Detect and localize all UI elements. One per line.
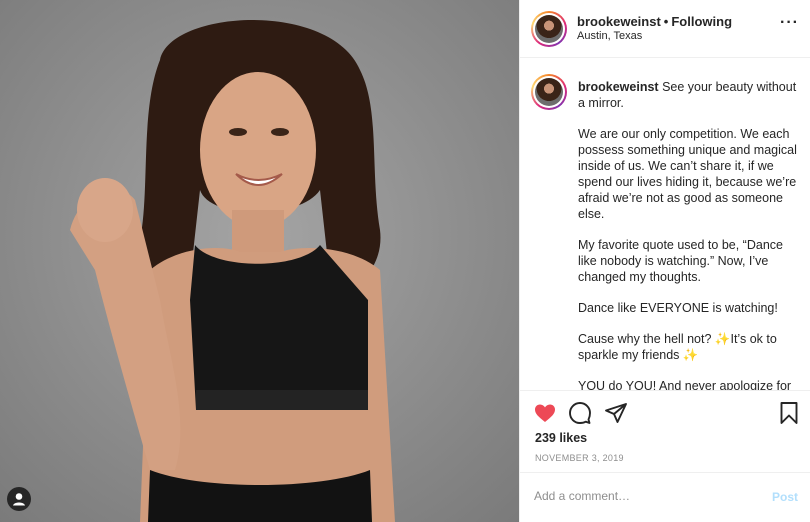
- post-header: brookeweinst • Following Austin, Texas ···: [520, 0, 810, 58]
- avatar-image: [535, 15, 563, 43]
- user-tag-icon[interactable]: [7, 487, 31, 511]
- share-icon[interactable]: [604, 401, 628, 425]
- more-options-icon[interactable]: ···: [780, 15, 799, 31]
- comment-icon[interactable]: [568, 401, 592, 425]
- bookmark-icon[interactable]: [777, 401, 801, 425]
- header-user-line: brookeweinst • Following: [577, 14, 732, 29]
- separator-dot: •: [663, 14, 669, 29]
- caption-first-paragraph: brookeweinst See your beauty without a m…: [578, 79, 803, 111]
- caption-avatar[interactable]: [531, 74, 567, 110]
- post-sidebar: brookeweinst • Following Austin, Texas ···…: [519, 0, 810, 522]
- comment-input[interactable]: [534, 489, 754, 503]
- like-count[interactable]: 239 likes: [535, 431, 587, 445]
- post-photo[interactable]: [0, 0, 519, 522]
- caption-text: brookeweinst See your beauty without a m…: [578, 79, 803, 390]
- portrait-illustration: [0, 0, 519, 522]
- caption-area: brookeweinst See your beauty without a m…: [520, 59, 810, 390]
- avatar[interactable]: [531, 11, 567, 47]
- location-link[interactable]: Austin, Texas: [577, 30, 642, 42]
- sparkle-icon: ✨: [714, 332, 731, 346]
- sparkle-icon: ✨: [682, 348, 699, 362]
- heart-icon[interactable]: [533, 401, 557, 425]
- comment-bar: Post: [520, 472, 810, 522]
- caption-username-link[interactable]: brookeweinst: [578, 80, 659, 94]
- caption-paragraph: Dance like EVERYONE is watching!: [578, 301, 778, 315]
- caption-paragraph: My favorite quote used to be, “Dance lik…: [578, 238, 783, 284]
- caption-sparkle-text-1: Cause why the hell not?: [578, 332, 712, 346]
- caption-sparkle-paragraph: Cause why the hell not? ✨It’s ok to spar…: [578, 331, 803, 363]
- username-link[interactable]: brookeweinst: [577, 14, 661, 29]
- post-comment-button[interactable]: Post: [772, 490, 798, 504]
- action-bar: 239 likes NOVEMBER 3, 2019: [520, 390, 810, 472]
- post-date: NOVEMBER 3, 2019: [535, 453, 624, 463]
- avatar-image: [535, 78, 563, 106]
- caption-paragraph: We are our only competition. We each pos…: [578, 127, 797, 221]
- follow-status-button[interactable]: Following: [671, 14, 732, 29]
- caption-paragraph: YOU do YOU! And never apologize for that…: [578, 379, 792, 390]
